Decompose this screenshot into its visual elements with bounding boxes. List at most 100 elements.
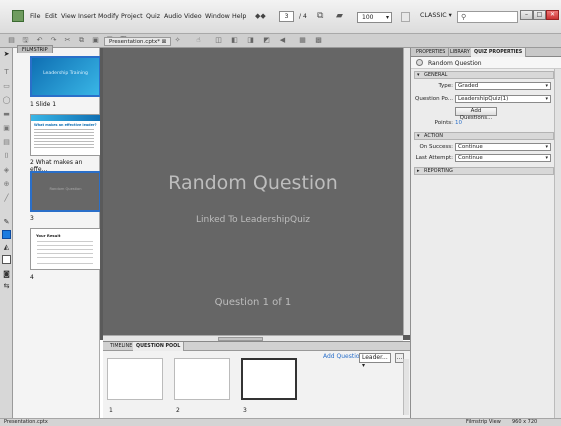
points-value[interactable]: 10 xyxy=(455,120,462,126)
slide-canvas[interactable]: Random Question Linked To LeadershipQuiz… xyxy=(103,48,403,335)
zoom-area-tool-icon[interactable]: ⊕ xyxy=(2,180,11,189)
zoom-select[interactable]: 100 xyxy=(357,12,392,23)
pool-question-number-1: 1 xyxy=(109,407,113,414)
distribute-icon[interactable]: ◩ xyxy=(261,35,272,46)
grid-toggle-button[interactable] xyxy=(401,12,410,22)
align-left-icon[interactable]: ◫ xyxy=(213,35,224,46)
slide-thumbnail-1[interactable]: Leadership Training xyxy=(30,56,101,97)
menu-view[interactable]: View xyxy=(61,13,76,20)
tab-properties[interactable]: PROPERTIES xyxy=(413,48,450,57)
filmstrip-tab[interactable]: FILMSTRIP xyxy=(17,45,53,53)
menu-help[interactable]: Help xyxy=(232,13,246,20)
section-general[interactable]: GENERAL xyxy=(414,71,554,79)
pool-question-thumbnail-2[interactable] xyxy=(174,358,230,400)
menu-window[interactable]: Window xyxy=(205,13,230,20)
minimize-button[interactable]: – xyxy=(520,10,533,20)
text-tool-icon[interactable]: T xyxy=(2,68,11,77)
pointer-icon[interactable]: ☝ xyxy=(193,35,204,46)
default-colors-icon[interactable]: ◙ xyxy=(2,270,11,279)
pool-question-thumbnail-3[interactable] xyxy=(241,358,297,400)
status-view-mode: Filmstrip View xyxy=(466,419,501,425)
slide-thumbnail-3[interactable]: Random Question xyxy=(30,171,101,212)
tab-timeline[interactable]: TIMELINE xyxy=(107,342,137,351)
last-attempt-label: Last Attempt: xyxy=(415,155,453,161)
search-input[interactable]: ⚲ xyxy=(457,11,518,23)
main-toolbar: ▤ 🖫 ↶ ↷ ✂ ⧉ ▣ ❐ 🗑 ● ✦ ✧ ☝ ◫ ◧ ◨ ◩ ◀ ▦ ▩ xyxy=(0,34,561,48)
slide-nav-arrows-icon[interactable]: ◆◆ xyxy=(255,12,266,20)
snap-icon[interactable]: ▩ xyxy=(313,35,324,46)
line-tool-icon[interactable]: ╱ xyxy=(2,194,11,203)
section-reporting[interactable]: REPORTING xyxy=(414,167,554,175)
fill-color-swatch[interactable] xyxy=(2,230,11,239)
current-slide-input[interactable]: 3 xyxy=(279,11,294,22)
cut-icon[interactable]: ✂ xyxy=(62,35,73,46)
add-questions-button[interactable]: Add Questions... xyxy=(455,107,497,121)
question-pool-panel: TIMELINE QUESTION POOL Add Questions Lea… xyxy=(103,341,410,418)
section-action[interactable]: ACTION xyxy=(414,132,554,140)
pool-scrollbar[interactable] xyxy=(403,359,409,415)
slide-thumbnail-4[interactable]: Your Result xyxy=(30,228,101,270)
highlight-tool-icon[interactable]: ▬ xyxy=(2,110,11,119)
close-tab-icon[interactable]: ⊠ xyxy=(162,39,167,45)
menu-edit[interactable]: Edit xyxy=(45,13,57,20)
on-success-label: On Success: xyxy=(419,144,453,150)
align-right-icon[interactable]: ◨ xyxy=(245,35,256,46)
on-success-select[interactable]: Continue xyxy=(455,143,551,151)
menu-audio[interactable]: Audio xyxy=(164,13,182,20)
publish-icon[interactable]: ▰ xyxy=(336,11,343,21)
status-project-size: 960 x 720 xyxy=(512,419,538,425)
slide-label-3: 3 xyxy=(30,215,34,222)
stage-vertical-scrollbar[interactable] xyxy=(403,48,410,335)
points-label: Points: xyxy=(434,120,453,126)
menu-file[interactable]: File xyxy=(30,13,41,20)
question-pool-select[interactable]: Leader... ▾ xyxy=(359,353,391,369)
menu-quiz[interactable]: Quiz xyxy=(146,13,160,20)
type-select[interactable]: Graded xyxy=(455,82,551,90)
button-tool-icon[interactable]: ▤ xyxy=(2,138,11,147)
rollover-tool-icon[interactable]: ◈ xyxy=(2,166,11,175)
menu-video[interactable]: Video xyxy=(184,13,202,20)
random-question-icon xyxy=(416,59,423,66)
caption-tool-icon[interactable]: ▭ xyxy=(2,82,11,91)
paste-icon[interactable]: ▣ xyxy=(90,35,101,46)
maximize-button[interactable]: □ xyxy=(533,10,546,20)
document-tab[interactable]: Presentation.cptx* ⊠ xyxy=(104,37,172,46)
grid-icon[interactable]: ▦ xyxy=(297,35,308,46)
shape-tool-icon[interactable]: ◯ xyxy=(2,96,11,105)
eyedropper-icon[interactable]: ✎ xyxy=(2,218,11,227)
type-label: Type: xyxy=(438,83,454,89)
slide-total: / 4 xyxy=(299,13,307,20)
menu-bar: File Edit View Insert Modify Project Qui… xyxy=(0,0,561,34)
question-count: Question 1 of 1 xyxy=(214,297,292,308)
properties-panel: PROPERTIES LIBRARY QUIZ PROPERTIES Rando… xyxy=(410,48,561,418)
text-entry-tool-icon[interactable]: ⌷ xyxy=(2,152,11,161)
swap-colors-icon[interactable]: ⇆ xyxy=(2,282,11,291)
bottom-panel-tabs: TIMELINE QUESTION POOL xyxy=(103,342,410,351)
tab-library[interactable]: LIBRARY xyxy=(447,48,474,57)
select-tool-icon[interactable]: ➤ xyxy=(2,50,11,59)
slide-thumbnail-2[interactable]: What makes an effective leader? xyxy=(30,114,101,156)
slide-subtitle: Linked To LeadershipQuiz xyxy=(195,215,311,225)
tab-question-pool[interactable]: QUESTION POOL xyxy=(133,342,185,351)
last-attempt-select[interactable]: Continue xyxy=(455,154,551,162)
question-pool-select[interactable]: LeadershipQuiz(1) xyxy=(455,95,551,103)
copy-icon[interactable]: ⧉ xyxy=(76,35,87,46)
click-box-tool-icon[interactable]: ▣ xyxy=(2,124,11,133)
pool-question-thumbnail-1[interactable] xyxy=(107,358,163,400)
new-icon[interactable]: ▤ xyxy=(6,35,17,46)
stroke-color-swatch[interactable] xyxy=(2,255,11,264)
properties-header: Random Question xyxy=(411,57,561,69)
menu-modify[interactable]: Modify xyxy=(98,13,119,20)
close-button[interactable]: ✕ xyxy=(546,10,559,20)
align-center-icon[interactable]: ◧ xyxy=(229,35,240,46)
audio-icon[interactable]: ◀ xyxy=(277,35,288,46)
tools-icon[interactable]: ✧ xyxy=(172,35,183,46)
menu-project[interactable]: Project xyxy=(121,13,143,20)
paint-bucket-icon[interactable]: ◭ xyxy=(2,243,11,252)
properties-tabs: PROPERTIES LIBRARY QUIZ PROPERTIES xyxy=(411,48,561,57)
tab-quiz-properties[interactable]: QUIZ PROPERTIES xyxy=(471,48,527,57)
properties-scrollbar[interactable] xyxy=(554,69,561,418)
preview-icon[interactable]: ⧉ xyxy=(317,11,323,21)
workspace-switcher[interactable]: CLASSIC ▾ xyxy=(420,12,452,19)
menu-insert[interactable]: Insert xyxy=(78,13,96,20)
